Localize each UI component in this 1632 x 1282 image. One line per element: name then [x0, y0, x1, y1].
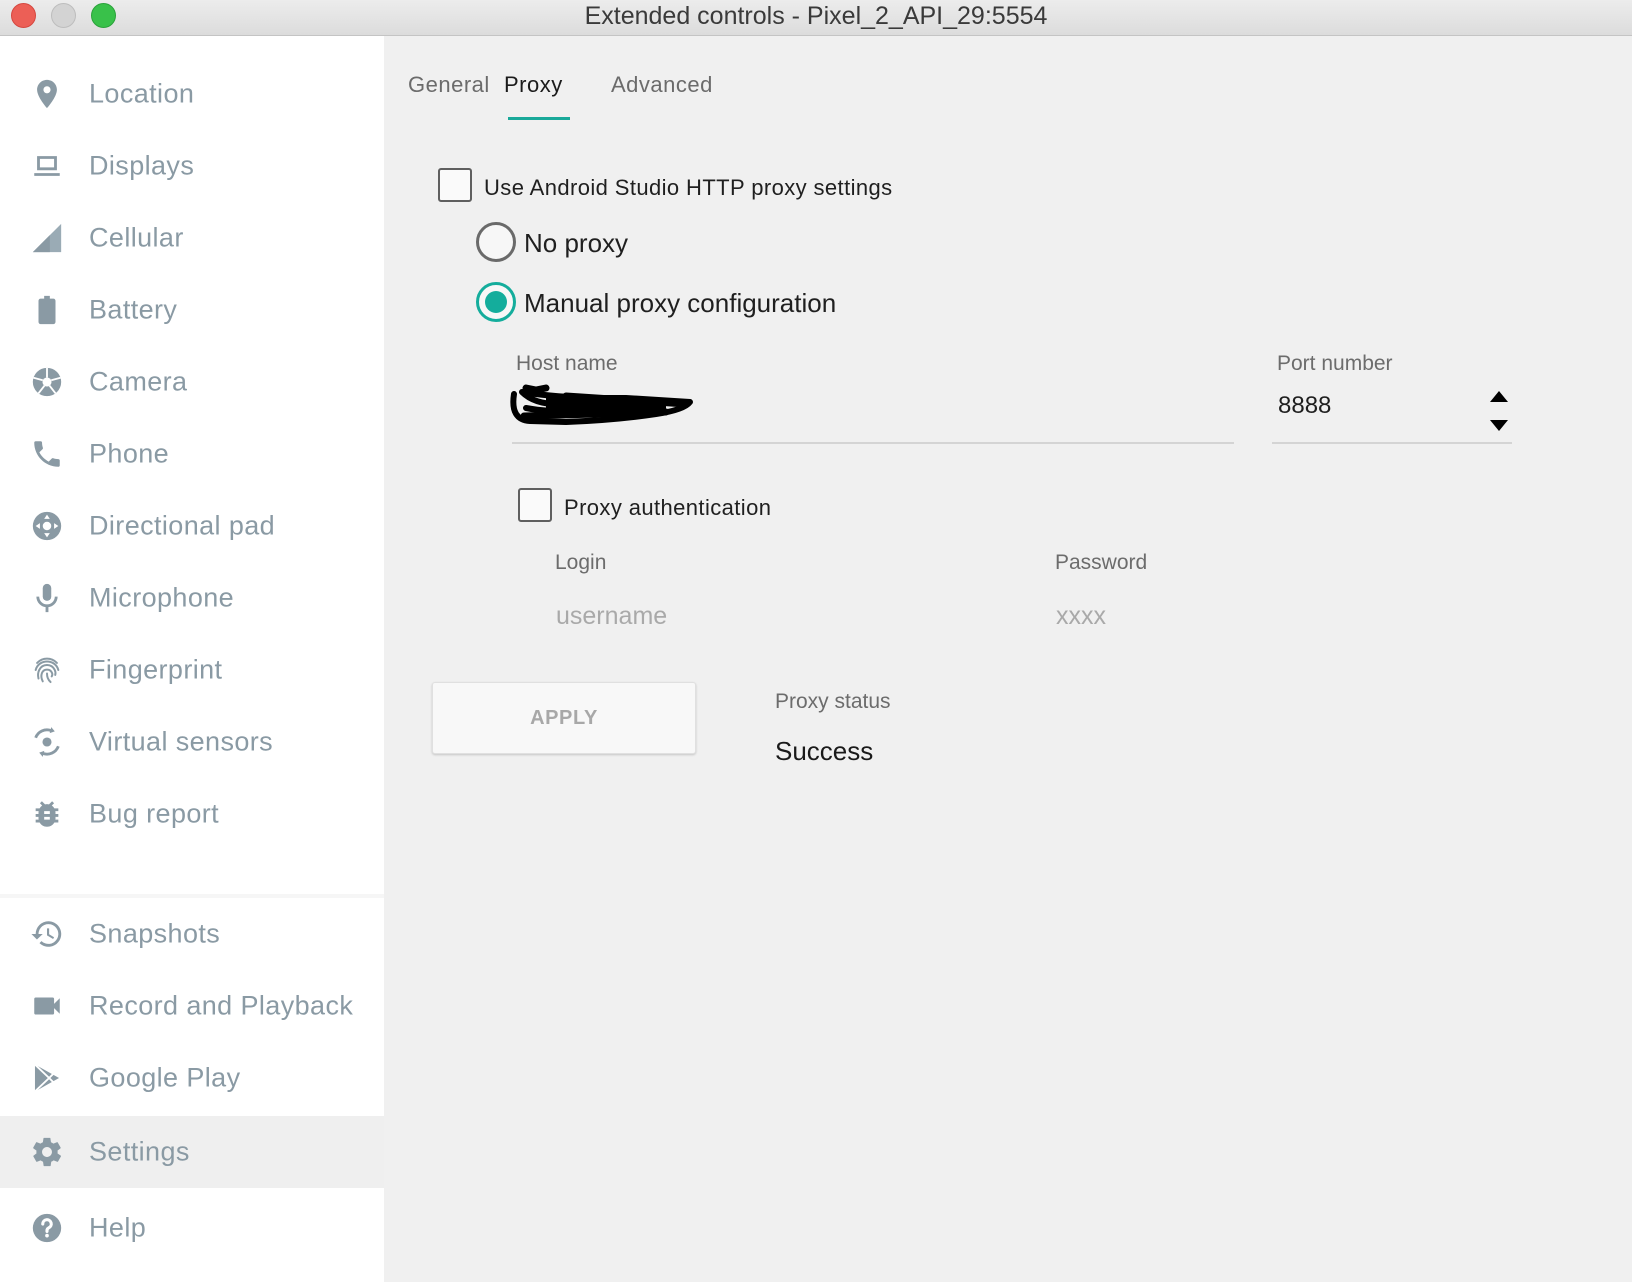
fingerprint-icon: [30, 653, 64, 687]
sidebar-item-settings[interactable]: Settings: [0, 1116, 384, 1188]
tab-advanced[interactable]: Advanced: [611, 72, 713, 98]
sidebar-group-tools: Snapshots Record and Playback Google Pla…: [0, 898, 384, 1282]
location-pin-icon: [30, 77, 64, 111]
use-studio-proxy-checkbox[interactable]: [438, 168, 472, 202]
battery-icon: [30, 293, 64, 327]
sidebar-item-label: Google Play: [89, 1062, 241, 1093]
proxy-status-label: Proxy status: [775, 690, 891, 713]
sidebar-item-label: Displays: [89, 150, 195, 181]
sidebar-item-label: Fingerprint: [89, 654, 223, 685]
sidebar-item-google-play[interactable]: Google Play: [0, 1042, 384, 1114]
video-camera-icon: [30, 989, 64, 1023]
sidebar-item-directional-pad[interactable]: Directional pad: [0, 490, 384, 562]
virtual-sensors-icon: [30, 725, 64, 759]
sidebar-item-label: Location: [89, 78, 195, 109]
no-proxy-label: No proxy: [524, 228, 629, 258]
sidebar-item-label: Virtual sensors: [89, 726, 274, 757]
sidebar-item-label: Settings: [89, 1136, 190, 1167]
login-label: Login: [555, 551, 607, 574]
camera-shutter-icon: [30, 365, 64, 399]
sidebar-item-battery[interactable]: Battery: [0, 274, 384, 346]
sidebar-item-cellular[interactable]: Cellular: [0, 202, 384, 274]
sidebar-item-displays[interactable]: Displays: [0, 130, 384, 202]
sidebar-item-snapshots[interactable]: Snapshots: [0, 898, 384, 970]
sidebar-item-label: Microphone: [89, 582, 235, 613]
extended-controls-window: Extended controls - Pixel_2_API_29:5554 …: [0, 0, 1632, 1282]
sidebar-item-location[interactable]: Location: [0, 58, 384, 130]
no-proxy-radio[interactable]: [476, 222, 516, 262]
sidebar-item-microphone[interactable]: Microphone: [0, 562, 384, 634]
sidebar-item-label: Snapshots: [89, 918, 221, 949]
window-title: Extended controls - Pixel_2_API_29:5554: [584, 2, 1048, 30]
sidebar-item-label: Cellular: [89, 222, 184, 253]
increment-arrow-icon[interactable]: [1488, 388, 1510, 404]
apply-button[interactable]: APPLY: [432, 682, 696, 754]
manual-proxy-radio[interactable]: [476, 282, 516, 322]
cellular-signal-icon: [30, 221, 64, 255]
host-name-label: Host name: [516, 352, 618, 375]
sidebar-item-label: Record and Playback: [89, 990, 354, 1021]
tab-general[interactable]: General: [408, 72, 490, 98]
sidebar-group-device: Location Displays Cellular Battery Camer…: [0, 36, 384, 894]
redaction-scribble: [510, 384, 693, 425]
sidebar-item-record-and-playback[interactable]: Record and Playback: [0, 970, 384, 1042]
phone-icon: [30, 437, 64, 471]
sidebar-item-label: Phone: [89, 438, 170, 469]
tab-proxy[interactable]: Proxy: [504, 72, 563, 98]
host-name-underline: [512, 442, 1234, 444]
sidebar-item-help[interactable]: Help: [0, 1192, 384, 1264]
settings-panel: General Proxy Advanced Use Android Studi…: [384, 36, 1632, 1282]
port-number-underline: [1272, 442, 1512, 444]
bug-icon: [30, 797, 64, 831]
history-icon: [30, 917, 64, 951]
proxy-status-value: Success: [775, 736, 874, 766]
active-tab-indicator: [508, 117, 570, 120]
port-spinner: [1488, 388, 1510, 436]
sidebar-item-label: Battery: [89, 294, 178, 325]
login-input[interactable]: username: [556, 602, 667, 631]
manual-proxy-label: Manual proxy configuration: [524, 288, 837, 318]
sidebar-item-label: Directional pad: [89, 510, 276, 541]
decrement-arrow-icon[interactable]: [1488, 418, 1510, 434]
laptop-display-icon: [30, 149, 64, 183]
sidebar-item-label: Help: [89, 1212, 147, 1243]
sidebar: Location Displays Cellular Battery Camer…: [0, 36, 384, 1282]
sidebar-item-phone[interactable]: Phone: [0, 418, 384, 490]
sidebar-item-camera[interactable]: Camera: [0, 346, 384, 418]
dpad-icon: [30, 509, 64, 543]
gear-icon: [30, 1135, 64, 1169]
sidebar-item-fingerprint[interactable]: Fingerprint: [0, 634, 384, 706]
microphone-icon: [30, 581, 64, 615]
sidebar-item-bug-report[interactable]: Bug report: [0, 778, 384, 850]
proxy-authentication-checkbox[interactable]: [518, 488, 552, 522]
port-number-input[interactable]: 8888: [1278, 392, 1331, 420]
use-studio-proxy-label: Use Android Studio HTTP proxy settings: [484, 175, 893, 200]
password-label: Password: [1055, 551, 1148, 574]
title-bar: Extended controls - Pixel_2_API_29:5554: [0, 0, 1632, 36]
password-input[interactable]: xxxx: [1056, 602, 1106, 631]
sidebar-item-label: Camera: [89, 366, 188, 397]
sidebar-item-label: Bug report: [89, 798, 220, 829]
help-icon: [30, 1211, 64, 1245]
proxy-authentication-label: Proxy authentication: [564, 495, 772, 520]
port-number-label: Port number: [1277, 352, 1393, 375]
play-store-icon: [30, 1061, 64, 1095]
sidebar-item-virtual-sensors[interactable]: Virtual sensors: [0, 706, 384, 778]
